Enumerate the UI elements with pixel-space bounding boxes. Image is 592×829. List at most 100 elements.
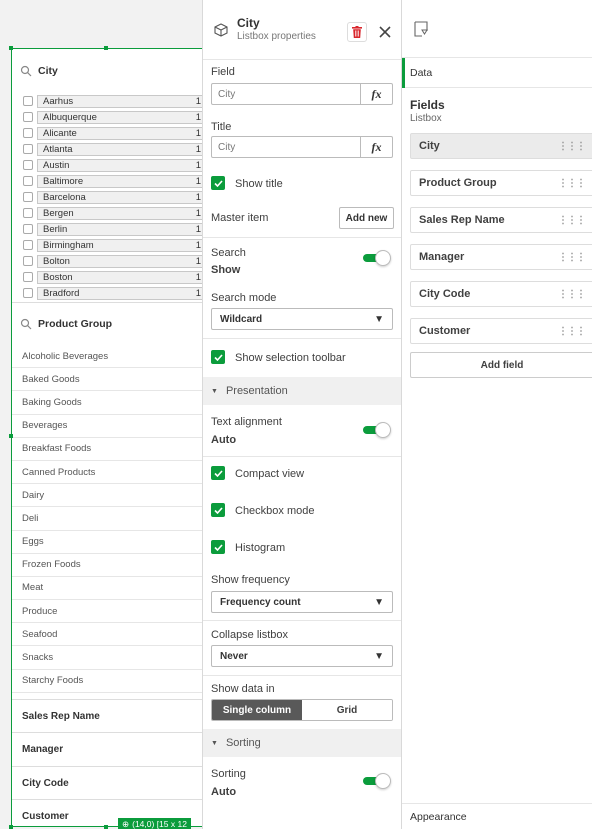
field-item[interactable]: City ⋮⋮⋮ xyxy=(410,133,592,159)
item-checkbox[interactable] xyxy=(23,96,33,106)
drag-handle-icon[interactable]: ⋮⋮⋮ xyxy=(558,215,586,226)
list-item[interactable]: Bolton 1 xyxy=(23,253,205,269)
item-checkbox[interactable] xyxy=(23,288,33,298)
list-item[interactable]: Eggs xyxy=(12,531,202,554)
resize-handle[interactable] xyxy=(104,46,108,50)
item-bar[interactable]: Berlin 1 xyxy=(37,222,205,236)
search-toggle[interactable] xyxy=(363,250,393,266)
text-alignment-toggle[interactable] xyxy=(363,422,393,438)
list-item[interactable]: Baked Goods xyxy=(12,368,202,392)
list-item[interactable]: Albuquerque 1 xyxy=(23,109,205,125)
item-checkbox[interactable] xyxy=(23,192,33,202)
city-listbox-header[interactable]: City xyxy=(12,49,202,93)
list-item[interactable]: Baltimore 1 xyxy=(23,173,205,189)
item-checkbox[interactable] xyxy=(23,272,33,282)
field-input[interactable]: City fx xyxy=(211,83,393,105)
item-bar[interactable]: Bolton 1 xyxy=(37,254,205,268)
data-tab[interactable]: Data xyxy=(402,58,592,88)
city-listbox[interactable]: City Aarhus 1 Albuquerque 1 Alicante 1 Atlanta… xyxy=(12,49,205,302)
list-item[interactable]: Boston 1 xyxy=(23,269,205,285)
item-checkbox[interactable] xyxy=(23,224,33,234)
resize-handle[interactable] xyxy=(9,46,13,50)
list-item[interactable]: Birmingham 1 xyxy=(23,237,205,253)
show-selection-toolbar-checkbox[interactable] xyxy=(211,350,225,364)
item-checkbox[interactable] xyxy=(23,240,33,250)
collapsed-listbox[interactable]: Sales Rep Name xyxy=(12,698,202,733)
search-icon[interactable] xyxy=(20,318,32,330)
sorting-section-header[interactable]: ▼ Sorting xyxy=(203,729,401,757)
list-item[interactable]: Berlin 1 xyxy=(23,221,205,237)
histogram-checkbox[interactable] xyxy=(211,540,225,554)
list-item[interactable]: Dairy xyxy=(12,484,202,508)
field-item[interactable]: Manager ⋮⋮⋮ xyxy=(410,244,592,270)
add-field-button[interactable]: Add field xyxy=(410,352,592,378)
expression-button[interactable]: fx xyxy=(360,137,392,157)
field-item[interactable]: City Code ⋮⋮⋮ xyxy=(410,281,592,307)
sorting-toggle[interactable] xyxy=(363,773,393,789)
product-group-listbox[interactable]: Product Group Alcoholic Beverages Baked G… xyxy=(12,302,202,693)
item-checkbox[interactable] xyxy=(23,128,33,138)
field-item[interactable]: Sales Rep Name ⋮⋮⋮ xyxy=(410,207,592,233)
item-checkbox[interactable] xyxy=(23,144,33,154)
compact-view-checkbox[interactable] xyxy=(211,466,225,480)
collapse-listbox-select[interactable]: Never ▼ xyxy=(211,645,393,667)
drag-handle-icon[interactable]: ⋮⋮⋮ xyxy=(558,326,586,337)
grid-option[interactable]: Grid xyxy=(302,700,392,720)
list-item[interactable]: Canned Products xyxy=(12,461,202,485)
item-bar[interactable]: Albuquerque 1 xyxy=(37,110,205,124)
listbox-container[interactable]: City Aarhus 1 Albuquerque 1 Alicante 1 Atlanta… xyxy=(11,48,205,827)
list-item[interactable]: Starchy Foods xyxy=(12,670,202,693)
item-bar[interactable]: Bradford 1 xyxy=(37,286,205,300)
list-item[interactable]: Beverages xyxy=(12,415,202,438)
item-bar[interactable]: Bergen 1 xyxy=(37,206,205,220)
resize-handle[interactable] xyxy=(9,825,13,829)
search-icon[interactable] xyxy=(20,65,32,77)
list-item[interactable]: Snacks xyxy=(12,646,202,670)
list-item[interactable]: Deli xyxy=(12,507,202,531)
item-bar[interactable]: Baltimore 1 xyxy=(37,174,205,188)
field-item[interactable]: Customer ⋮⋮⋮ xyxy=(410,318,592,344)
checkbox-mode-checkbox[interactable] xyxy=(211,503,225,517)
list-item[interactable]: Baking Goods xyxy=(12,391,202,415)
title-input[interactable]: City fx xyxy=(211,136,393,158)
item-bar[interactable]: Aarhus 1 xyxy=(37,94,205,108)
close-button[interactable] xyxy=(375,22,395,42)
item-bar[interactable]: Birmingham 1 xyxy=(37,238,205,252)
list-item[interactable]: Aarhus 1 xyxy=(23,93,205,109)
show-title-checkbox[interactable] xyxy=(211,176,225,190)
item-bar[interactable]: Boston 1 xyxy=(37,270,205,284)
delete-button[interactable] xyxy=(347,22,367,42)
product-group-listbox-header[interactable]: Product Group xyxy=(12,303,202,345)
list-item[interactable]: Bergen 1 xyxy=(23,205,205,221)
drag-handle-icon[interactable]: ⋮⋮⋮ xyxy=(558,252,586,263)
item-checkbox[interactable] xyxy=(23,160,33,170)
list-item[interactable]: Atlanta 1 xyxy=(23,141,205,157)
list-item[interactable]: Alicante 1 xyxy=(23,125,205,141)
item-checkbox[interactable] xyxy=(23,176,33,186)
list-item[interactable]: Breakfast Foods xyxy=(12,438,202,461)
resize-handle[interactable] xyxy=(9,434,13,438)
item-bar[interactable]: Atlanta 1 xyxy=(37,142,205,156)
add-new-button[interactable]: Add new xyxy=(339,207,394,229)
item-checkbox[interactable] xyxy=(23,208,33,218)
item-bar[interactable]: Barcelona 1 xyxy=(37,190,205,204)
list-item[interactable]: Produce xyxy=(12,600,202,624)
item-bar[interactable]: Alicante 1 xyxy=(37,126,205,140)
item-bar[interactable]: Austin 1 xyxy=(37,158,205,172)
drag-handle-icon[interactable]: ⋮⋮⋮ xyxy=(558,289,586,300)
list-item[interactable]: Austin 1 xyxy=(23,157,205,173)
drag-handle-icon[interactable]: ⋮⋮⋮ xyxy=(558,178,586,189)
presentation-section-header[interactable]: ▼ Presentation xyxy=(203,377,401,405)
list-item[interactable]: Seafood xyxy=(12,623,202,647)
list-item[interactable]: Alcoholic Beverages xyxy=(12,345,202,369)
object-properties-icon[interactable] xyxy=(414,20,428,37)
list-item[interactable]: Barcelona 1 xyxy=(23,189,205,205)
list-item[interactable]: Frozen Foods xyxy=(12,554,202,577)
item-checkbox[interactable] xyxy=(23,112,33,122)
item-checkbox[interactable] xyxy=(23,256,33,266)
list-item[interactable]: Meat xyxy=(12,577,202,601)
appearance-tab[interactable]: Appearance xyxy=(402,803,592,829)
list-item[interactable]: Bradford 1 xyxy=(23,285,205,301)
expression-button[interactable]: fx xyxy=(360,84,392,104)
show-frequency-select[interactable]: Frequency count ▼ xyxy=(211,591,393,613)
